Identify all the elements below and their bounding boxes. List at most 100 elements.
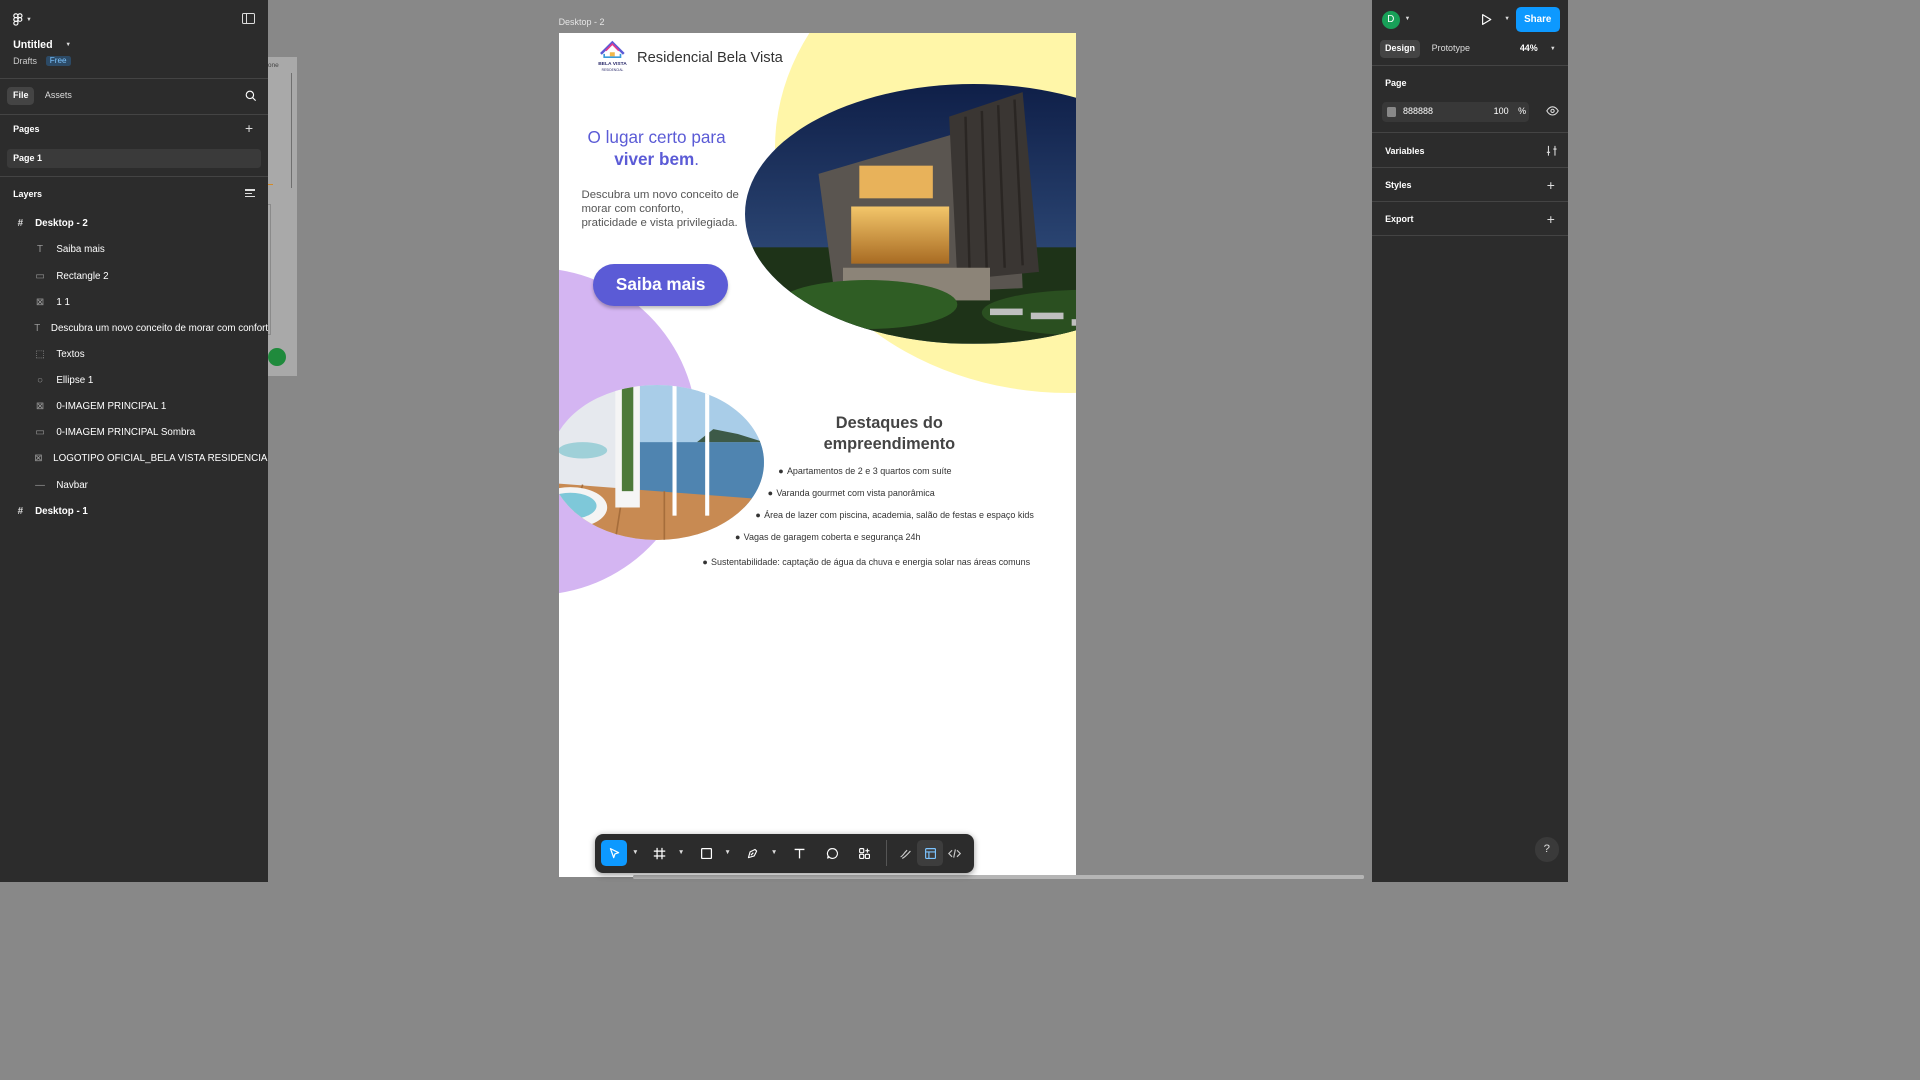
layer-row[interactable]: # Desktop - 2: [0, 211, 268, 237]
zoom-chevron-icon[interactable]: ▼: [1550, 46, 1556, 52]
share-button[interactable]: Share: [1515, 6, 1560, 32]
text-icon: T: [34, 322, 41, 334]
layer-row[interactable]: ▭ 0-IMAGEM PRINCIPAL Sombra: [0, 420, 268, 446]
layer-row[interactable]: ⊠ 0-IMAGEM PRINCIPAL 1: [0, 394, 268, 420]
line-icon: —: [35, 479, 45, 491]
highlights-title-line2: empreendimento: [823, 435, 956, 454]
group-icon: ⬚: [35, 348, 45, 360]
tab-design[interactable]: Design: [1380, 40, 1420, 58]
main-menu-button[interactable]: ▼: [13, 11, 38, 27]
zoom-level[interactable]: 44%: [1520, 43, 1538, 53]
title-chevron-icon[interactable]: ▼: [65, 42, 71, 48]
layer-label: Rectangle 2: [56, 270, 109, 282]
frame-icon: #: [17, 218, 24, 230]
drafts-label[interactable]: Drafts: [13, 56, 37, 66]
highlights-title: Destaques do empreendimento: [791, 413, 987, 455]
help-button[interactable]: ?: [1534, 837, 1560, 862]
layer-label: LOGOTIPO OFICIAL_BELA VISTA RESIDENCIAL …: [53, 453, 268, 465]
layers-heading: Layers: [13, 188, 42, 199]
bottom-toolbar: ▼ ▼ ▼ ▼: [594, 833, 975, 873]
add-page-icon[interactable]: +: [245, 121, 253, 135]
export-heading[interactable]: Export: [1385, 214, 1413, 224]
layer-row[interactable]: T Saiba mais: [0, 237, 268, 263]
layer-row[interactable]: — Navbar: [0, 472, 268, 498]
highlight-item: Varanda gourmet com vista panorâmica: [768, 488, 934, 498]
design-mode-button[interactable]: [917, 840, 944, 867]
layer-row[interactable]: # Desktop - 1: [0, 498, 268, 524]
tab-prototype[interactable]: Prototype: [1432, 40, 1470, 58]
shape-tool-button[interactable]: [693, 840, 719, 866]
variables-heading[interactable]: Variables: [1385, 146, 1424, 156]
present-play-icon[interactable]: [1481, 13, 1492, 26]
layer-row[interactable]: ⬚ Textos: [0, 341, 268, 367]
cursor-icon: [609, 847, 619, 859]
tab-file[interactable]: File: [7, 87, 35, 106]
toggle-sidebar-icon[interactable]: [241, 13, 255, 25]
offscreen-frame-desktop-1[interactable]: one: [267, 57, 298, 376]
desktop-2-frame[interactable]: BELA VISTA RESIDENCIAL Residencial Bela …: [558, 33, 1076, 878]
hero-title: O lugar certo para viver bem.: [583, 127, 730, 169]
hero-title-bold: viver bem: [614, 148, 695, 169]
layer-label: 1 1: [56, 296, 70, 308]
avatar-chevron-icon[interactable]: ▼: [1405, 16, 1411, 22]
figma-logo-icon: [13, 13, 23, 26]
hero-description: Descubra um novo conceito de morar com c…: [581, 188, 739, 230]
code-icon: [948, 849, 962, 858]
saiba-mais-label: Saiba mais: [615, 274, 706, 295]
text-tool-button[interactable]: [786, 840, 812, 866]
pen-tool-chevron-icon[interactable]: ▼: [771, 849, 777, 856]
page-color-field[interactable]: 888888 100 %: [1381, 102, 1529, 122]
canvas-horizontal-scrollbar[interactable]: [632, 875, 1364, 879]
present-chevron-icon[interactable]: ▼: [1504, 16, 1510, 22]
layer-row[interactable]: ▭ Rectangle 2: [0, 263, 268, 289]
logo: BELA VISTA RESIDENCIAL: [596, 40, 629, 73]
layers-filter-icon[interactable]: [245, 189, 256, 199]
text-icon: [794, 848, 805, 859]
move-tool-chevron-icon[interactable]: ▼: [632, 849, 638, 856]
dev-mode-button[interactable]: [942, 840, 968, 866]
styles-heading[interactable]: Styles: [1385, 180, 1411, 190]
frame-tool-chevron-icon[interactable]: ▼: [678, 849, 684, 856]
file-title[interactable]: Untitled: [13, 39, 53, 51]
variables-settings-icon[interactable]: [1546, 145, 1557, 156]
offscreen-frame-label: one: [267, 62, 279, 70]
layer-row[interactable]: T Descubra um novo conceito de morar com …: [0, 315, 268, 341]
right-panel: D ▼ ▼ Share Design Prototype 44% ▼ Page …: [1372, 0, 1568, 882]
move-tool-button[interactable]: [601, 840, 628, 867]
ellipse-icon: ○: [37, 375, 43, 387]
page-item-page-1[interactable]: Page 1: [6, 148, 262, 169]
draw-mode-button[interactable]: [893, 840, 919, 866]
frame-tool-button[interactable]: [647, 840, 673, 866]
frame-label[interactable]: Desktop - 2: [559, 17, 605, 27]
comment-tool-button[interactable]: [819, 840, 845, 866]
design-mode-icon: [924, 847, 936, 859]
rectangle-icon: ▭: [35, 270, 45, 282]
page-heading: Page: [1385, 77, 1407, 88]
left-panel: ▼ Untitled ▼ Drafts Free File Assets Pag…: [0, 0, 268, 882]
layer-row[interactable]: ○ Ellipse 1: [0, 368, 268, 394]
tab-assets[interactable]: Assets: [45, 87, 72, 105]
shape-tool-chevron-icon[interactable]: ▼: [724, 849, 730, 856]
pen-tool-button[interactable]: [740, 840, 766, 866]
add-export-icon[interactable]: +: [1547, 211, 1555, 227]
highlights-title-line1: Destaques do: [835, 414, 943, 433]
add-style-icon[interactable]: +: [1547, 177, 1555, 193]
visibility-eye-icon[interactable]: [1546, 106, 1559, 116]
layer-label: Navbar: [56, 479, 88, 491]
search-icon[interactable]: [245, 90, 257, 101]
actions-tool-button[interactable]: [852, 840, 878, 866]
chevron-down-icon: ▼: [26, 16, 32, 23]
page-opacity[interactable]: 100: [1494, 106, 1509, 116]
layer-row[interactable]: ⊠ 1 1: [0, 289, 268, 315]
user-avatar[interactable]: D: [1381, 10, 1400, 29]
highlight-item: Apartamentos de 2 e 3 quartos com suíte: [778, 466, 952, 476]
saiba-mais-button[interactable]: Saiba mais: [592, 263, 729, 307]
page-color-swatch[interactable]: [1386, 106, 1397, 117]
draw-icon: [900, 849, 911, 859]
avatar-initial: D: [1387, 14, 1395, 26]
image-icon: ⊠: [35, 296, 45, 308]
help-icon: ?: [1543, 843, 1550, 856]
layer-row[interactable]: ⊠ LOGOTIPO OFICIAL_BELA VISTA RESIDENCIAL…: [0, 446, 268, 472]
frame-icon: [654, 847, 666, 860]
page-color-hex[interactable]: 888888: [1403, 106, 1433, 116]
